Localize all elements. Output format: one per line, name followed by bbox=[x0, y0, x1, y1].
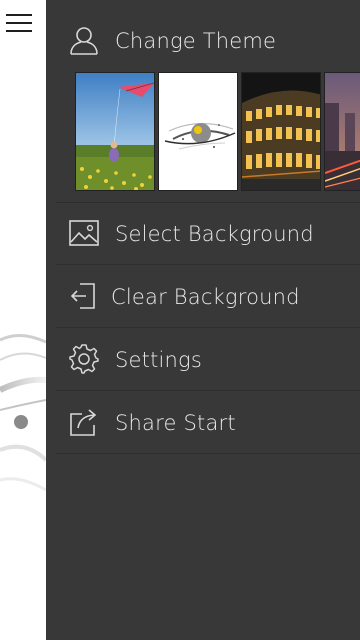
colosseum-thumbnail[interactable] bbox=[241, 72, 321, 191]
street-thumbnail[interactable] bbox=[324, 72, 360, 191]
clear-background-label: Clear Background bbox=[111, 285, 300, 309]
hamburger-menu-icon[interactable] bbox=[6, 10, 34, 34]
clear-background-item[interactable]: Clear Background bbox=[56, 266, 360, 328]
theme-thumbnails bbox=[74, 72, 360, 192]
hamburger-line bbox=[6, 30, 32, 32]
background-art bbox=[0, 334, 46, 492]
select-background-label: Select Background bbox=[115, 222, 314, 246]
change-theme-label: Change Theme bbox=[115, 29, 277, 53]
navigation-drawer: Change Theme Select Background Clear Bac… bbox=[46, 0, 360, 640]
kite-thumbnail[interactable] bbox=[75, 72, 155, 191]
app-background-strip bbox=[0, 0, 46, 640]
share-icon bbox=[70, 409, 97, 436]
settings-item[interactable]: Settings bbox=[56, 329, 360, 391]
hamburger-line bbox=[6, 22, 32, 24]
image-icon bbox=[69, 220, 99, 246]
hamburger-line bbox=[6, 14, 32, 16]
select-background-item[interactable]: Select Background bbox=[56, 203, 360, 265]
clear-icon bbox=[70, 283, 95, 309]
user-icon bbox=[70, 27, 98, 55]
gear-icon bbox=[69, 344, 99, 374]
settings-label: Settings bbox=[115, 348, 203, 372]
share-start-item[interactable]: Share Start bbox=[56, 392, 360, 454]
change-theme-item[interactable]: Change Theme bbox=[56, 10, 360, 72]
planet-thumbnail[interactable] bbox=[158, 72, 238, 191]
share-start-label: Share Start bbox=[115, 411, 236, 435]
